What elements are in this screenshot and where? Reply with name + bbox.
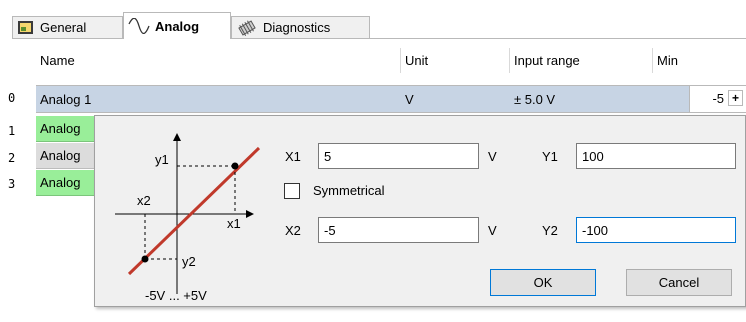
x2-unit-label: V — [488, 223, 497, 238]
y1-input[interactable] — [576, 143, 736, 169]
tab-label: General — [40, 20, 87, 35]
row-index: 0 — [8, 91, 16, 105]
min-spin-button[interactable]: + — [728, 90, 743, 106]
x2-input[interactable] — [318, 217, 479, 243]
symmetrical-checkbox[interactable] — [284, 183, 300, 199]
analog-wave-icon — [128, 18, 150, 34]
general-icon — [18, 20, 33, 34]
diagram-x1-label: x1 — [227, 216, 241, 231]
x2-label: X2 — [285, 223, 301, 238]
cell-min[interactable]: -5 + — [689, 86, 746, 112]
y2-label: Y2 — [542, 223, 558, 238]
cell-input-range[interactable]: ± 5.0 V — [510, 86, 652, 112]
row-index: 1 — [8, 124, 16, 138]
diagram-x2-label: x2 — [137, 193, 151, 208]
y1-label: Y1 — [542, 149, 558, 164]
column-header-name[interactable]: Name — [36, 48, 400, 73]
tab-label: Analog — [155, 18, 200, 34]
x1-label: X1 — [285, 149, 301, 164]
tab-label: Diagnostics — [263, 20, 331, 35]
ok-button[interactable]: OK — [490, 269, 596, 296]
diagram-range-caption: -5V ... +5V — [145, 288, 207, 303]
column-header-unit[interactable]: Unit — [401, 48, 509, 73]
column-header-min[interactable]: Min — [653, 48, 743, 73]
scaling-dialog: y1 x2 x1 y2 -5V ... +5V X1 V Y1 Symmetri… — [94, 115, 746, 307]
cell-name[interactable]: Analog — [36, 170, 94, 196]
row-index: 2 — [8, 151, 16, 165]
min-value: -5 — [712, 91, 724, 106]
diagnostics-chip-icon — [238, 19, 256, 36]
scaling-diagram: y1 x2 x1 y2 -5V ... +5V — [115, 133, 261, 303]
table-row-selected[interactable]: Analog 1 V ± 5.0 V -5 + — [36, 85, 746, 113]
tab-bar: General Analog Diagnostics — [12, 12, 370, 39]
cancel-button[interactable]: Cancel — [626, 269, 732, 296]
cell-name[interactable]: Analog 1 — [36, 86, 400, 112]
cell-unit[interactable]: V — [401, 86, 509, 112]
y2-input[interactable] — [576, 217, 736, 243]
x1-unit-label: V — [488, 149, 497, 164]
x1-input[interactable] — [318, 143, 479, 169]
diagram-y1-label: y1 — [155, 152, 169, 167]
symmetrical-label[interactable]: Symmetrical — [313, 183, 385, 198]
row-index: 3 — [8, 177, 16, 191]
tab-general[interactable]: General — [12, 16, 123, 38]
column-header-input-range[interactable]: Input range — [510, 48, 652, 73]
diagram-y2-label: y2 — [182, 254, 196, 269]
cell-name[interactable]: Analog — [36, 116, 94, 142]
tab-analog[interactable]: Analog — [123, 12, 231, 39]
tab-diagnostics[interactable]: Diagnostics — [231, 16, 370, 38]
cell-name[interactable]: Analog — [36, 143, 94, 169]
